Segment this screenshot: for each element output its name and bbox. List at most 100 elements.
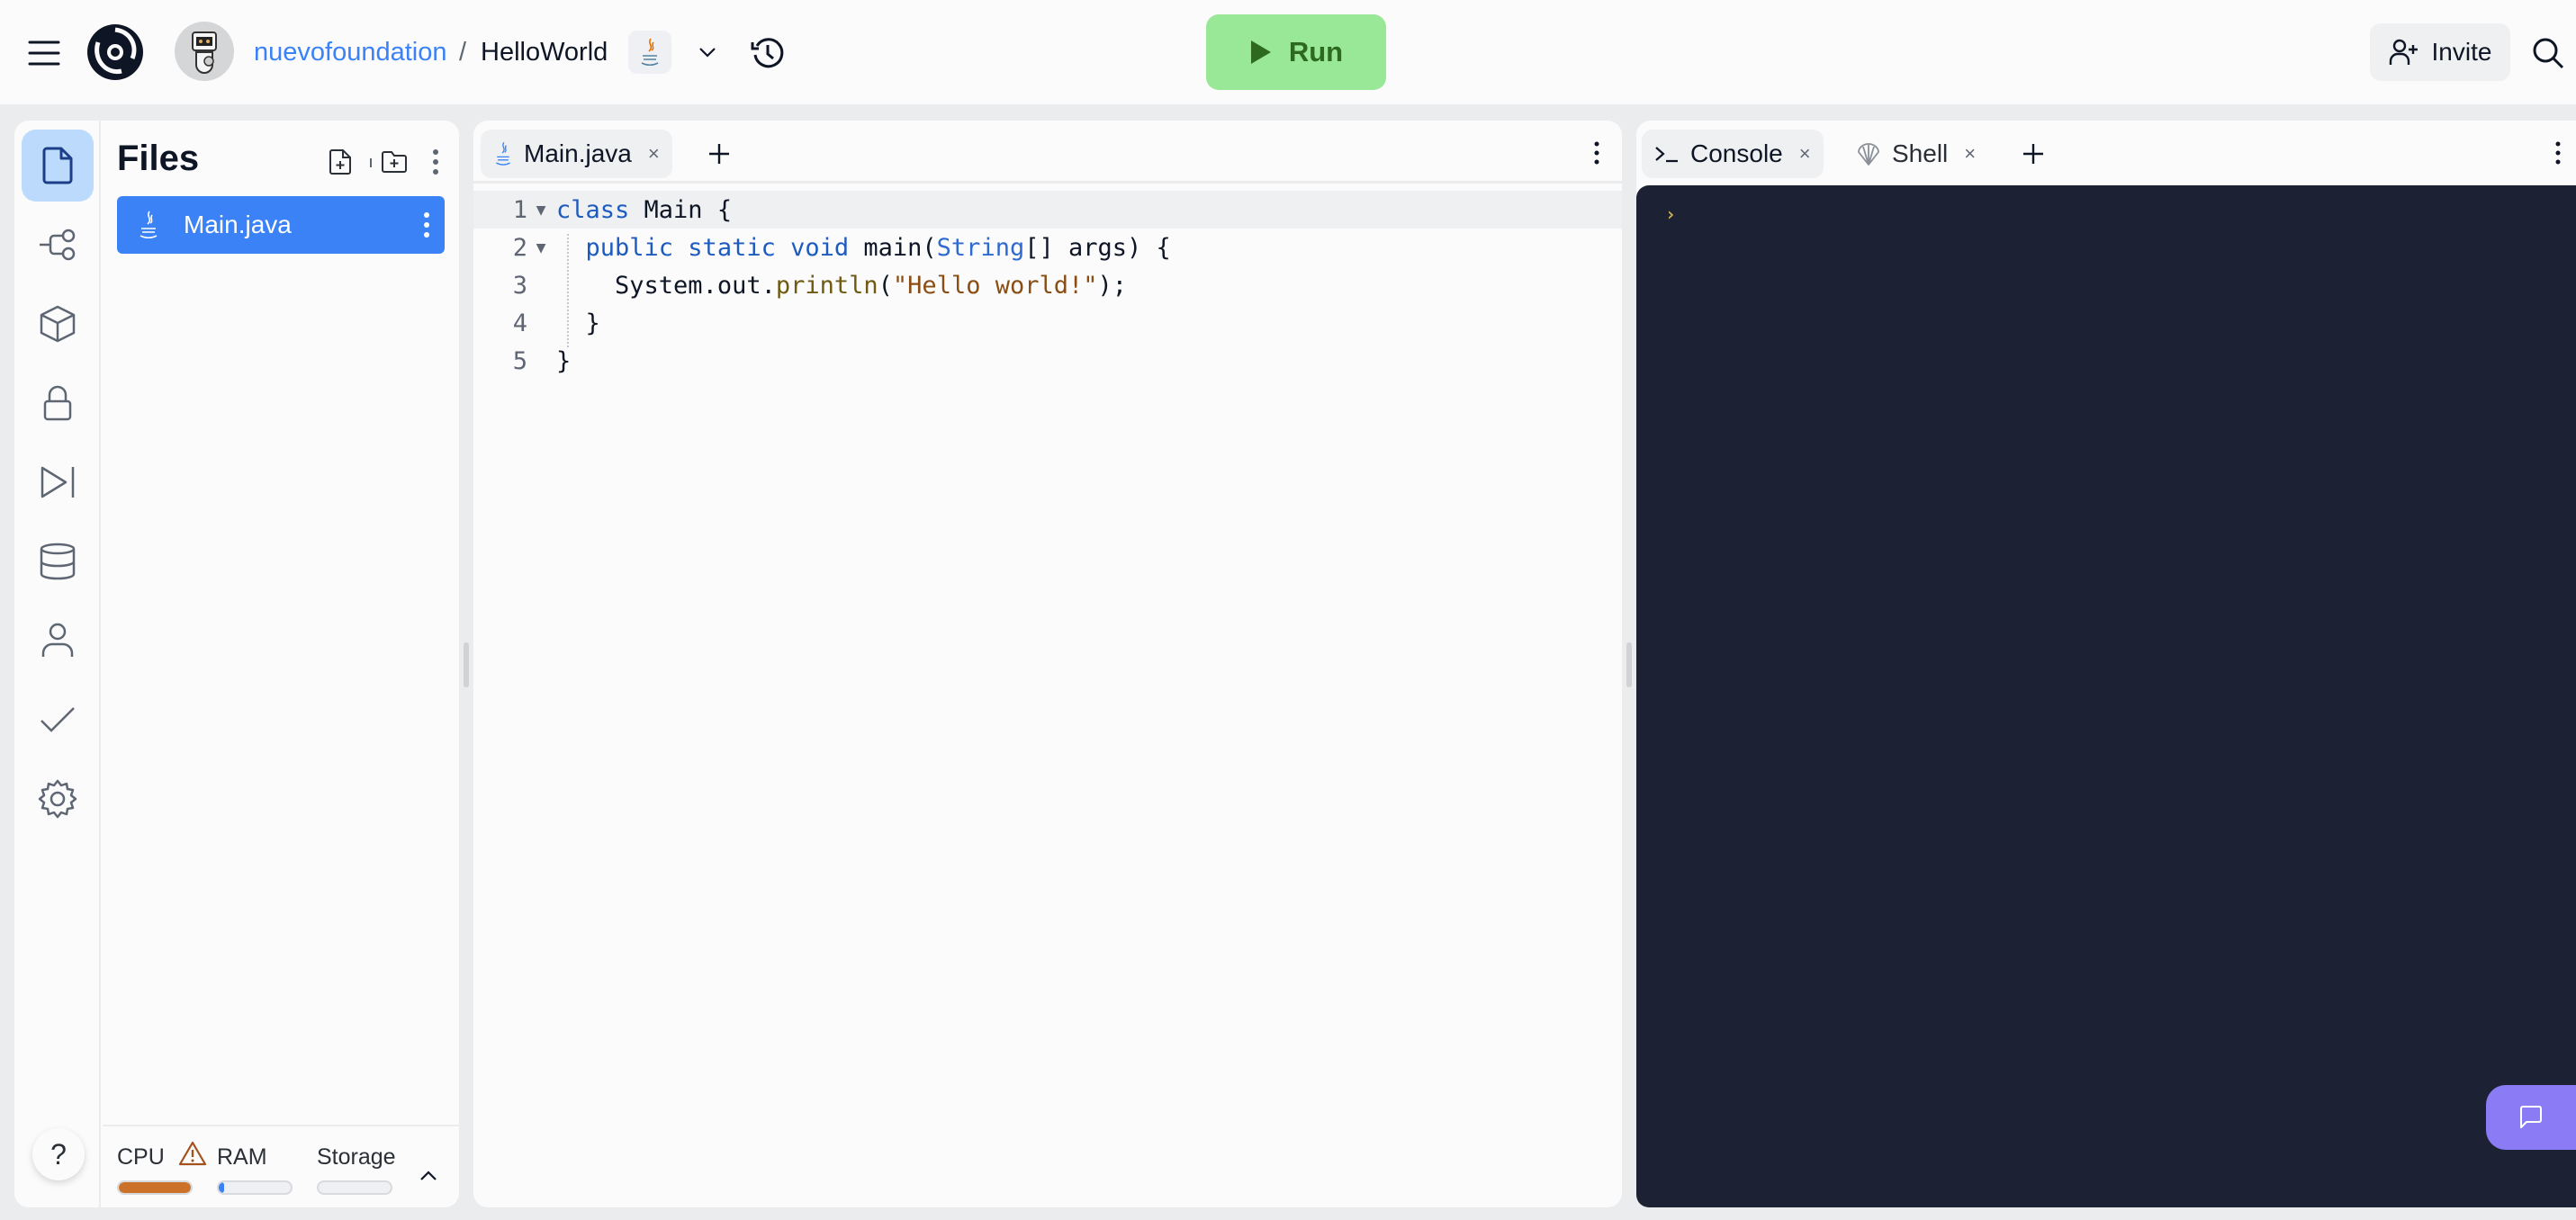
tab-label: Console (1690, 139, 1783, 167)
plus-icon (709, 144, 729, 164)
invite-button[interactable]: Invite (2370, 23, 2510, 81)
lock-icon (43, 385, 72, 421)
fold-arrow-icon[interactable]: ▼ (531, 238, 551, 257)
rail-database-button[interactable] (22, 525, 94, 597)
breadcrumb-repl-name[interactable]: HelloWorld (481, 34, 608, 70)
warning-icon (178, 1141, 207, 1166)
database-icon (40, 543, 76, 580)
tab-shell[interactable]: Shell × (1843, 130, 1988, 178)
file-name: Main.java (184, 211, 292, 238)
tab-console[interactable]: Console × (1642, 130, 1824, 178)
kebab-menu-icon (2555, 141, 2561, 165)
code-line[interactable]: 4 } (473, 304, 1622, 342)
files-menu-button[interactable] (416, 142, 455, 182)
storage-usage-bar (317, 1180, 392, 1195)
action-divider (370, 158, 372, 167)
file-menu-button[interactable] (409, 211, 445, 238)
console-panel: Console × Shell × › (1636, 121, 2576, 1207)
code-editor[interactable]: 1 ▼ class Main { 2 ▼ public static void … (473, 191, 1622, 380)
right-resize-handle[interactable] (1626, 642, 1632, 687)
kebab-menu-icon (424, 212, 429, 238)
chat-icon (2520, 1106, 2542, 1128)
console-menu-button[interactable] (2542, 135, 2574, 171)
add-tab-button[interactable] (698, 133, 740, 175)
storage-label: Storage (317, 1144, 396, 1170)
file-item[interactable]: Main.java (117, 196, 445, 254)
rail-auth-button[interactable] (22, 605, 94, 677)
java-icon[interactable] (628, 31, 671, 74)
close-icon[interactable]: × (648, 142, 660, 166)
ram-usage-bar (217, 1180, 293, 1195)
rail-packages-button[interactable] (22, 288, 94, 360)
chevron-down-icon[interactable] (689, 36, 725, 68)
cube-icon (40, 305, 76, 343)
rail-settings-button[interactable] (22, 763, 94, 835)
step-forward-icon (41, 466, 75, 498)
code-line[interactable]: 3 System.out.println("Hello world!"); (473, 266, 1622, 304)
top-bar: nuevofoundation / HelloWorld Run Invite (0, 0, 2576, 104)
console-output[interactable]: › (1636, 185, 2576, 1207)
run-button-label: Run (1288, 36, 1344, 67)
line-number: 4 (512, 309, 527, 337)
new-file-button[interactable] (320, 142, 360, 182)
code-line[interactable]: 1 ▼ class Main { (473, 191, 1622, 229)
breadcrumb-separator: / (459, 37, 467, 67)
code-text: } (556, 346, 572, 375)
line-number: 2 (512, 233, 527, 262)
invite-button-label: Invite (2431, 38, 2492, 66)
editor-menu-button[interactable] (1581, 135, 1613, 171)
cpu-usage-fill (119, 1182, 191, 1193)
hamburger-icon[interactable] (22, 31, 67, 76)
terminal-icon (1655, 147, 1678, 163)
new-folder-button[interactable] (374, 142, 414, 182)
add-tab-button[interactable] (2013, 133, 2054, 175)
code-line[interactable]: 5 } (473, 342, 1622, 380)
cpu-label: CPU (117, 1144, 165, 1170)
check-icon (41, 707, 75, 732)
rail-git-button[interactable] (22, 209, 94, 281)
console-tab-bar: Console × Shell × (1636, 121, 2576, 184)
left-resize-handle[interactable] (464, 642, 469, 687)
close-icon[interactable]: × (1964, 142, 1976, 166)
run-button[interactable]: Run (1206, 14, 1386, 90)
play-icon (1250, 40, 1271, 64)
feedback-button[interactable] (2486, 1085, 2576, 1150)
rail-files-button[interactable] (22, 130, 94, 202)
breadcrumb-owner[interactable]: nuevofoundation (254, 34, 446, 70)
line-number: 3 (512, 271, 527, 300)
files-title: Files (117, 139, 200, 178)
help-button[interactable]: ? (32, 1128, 85, 1180)
user-icon (41, 623, 74, 657)
code-text: public static void main(String[] args) { (585, 233, 1171, 262)
history-icon[interactable] (745, 31, 790, 76)
code-text: System.out.println("Hello world!"); (615, 271, 1128, 300)
ram-usage-fill (219, 1182, 225, 1193)
rail-secrets-button[interactable] (22, 367, 94, 439)
ram-label: RAM (217, 1144, 267, 1170)
git-branch-icon (40, 229, 76, 261)
rail-debugger-button[interactable] (22, 446, 94, 518)
close-icon[interactable]: × (1799, 142, 1811, 166)
new-folder-icon (382, 151, 407, 173)
code-text: class Main { (556, 195, 733, 224)
replit-logo[interactable] (83, 20, 148, 85)
chevron-up-icon[interactable] (412, 1162, 445, 1189)
search-icon[interactable] (2527, 32, 2569, 74)
rail-tests-button[interactable] (22, 684, 94, 756)
user-plus-icon (2389, 39, 2418, 65)
fold-arrow-icon[interactable]: ▼ (531, 201, 551, 220)
line-number: 1 (512, 195, 527, 224)
kebab-menu-icon (1594, 141, 1599, 165)
code-text: } (556, 309, 600, 337)
editor-tab-bar: Main.java × (473, 121, 1622, 184)
java-icon (496, 141, 510, 166)
code-line[interactable]: 2 ▼ public static void main(String[] arg… (473, 229, 1622, 266)
shell-icon (1858, 143, 1879, 166)
new-file-icon (329, 149, 351, 175)
tab-main-java[interactable]: Main.java × (481, 130, 672, 178)
resource-usage[interactable]: CPU RAM Storage (103, 1125, 459, 1207)
console-prompt: › (1665, 203, 1677, 225)
java-icon (117, 210, 180, 240)
line-number: 5 (512, 346, 527, 375)
avatar[interactable] (175, 22, 234, 81)
